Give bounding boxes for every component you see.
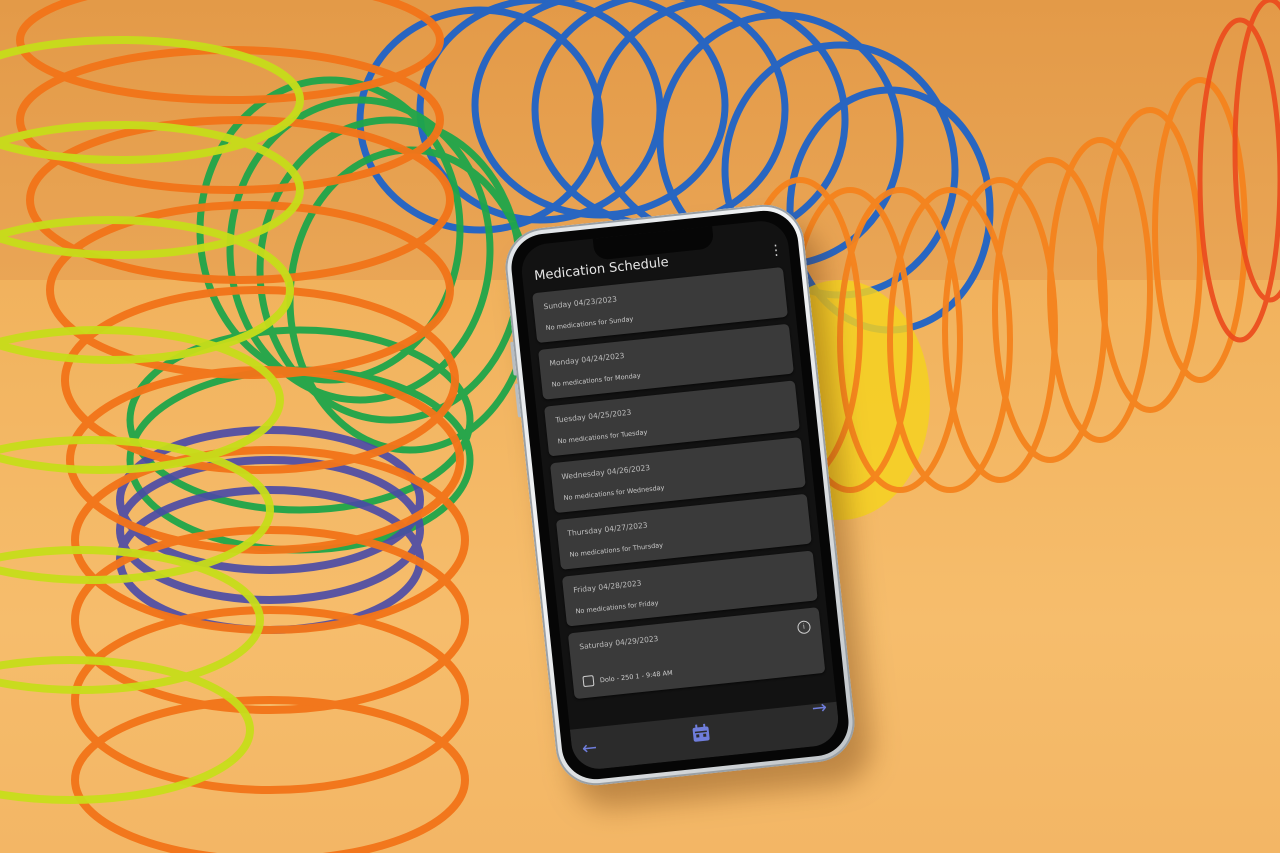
day-date: Sunday 04/23/2023: [543, 294, 618, 312]
more-vert-icon[interactable]: ⋮: [768, 241, 784, 260]
smartphone: Medication Schedule ⋮ Sunday 04/23/2023 …: [501, 200, 875, 812]
bottom-nav: ← →: [569, 697, 841, 772]
day-status: No medications for Thursday: [569, 541, 664, 559]
day-date: Friday 04/28/2023: [572, 578, 642, 595]
calendar-icon[interactable]: [690, 723, 712, 743]
medication-checkbox[interactable]: [582, 675, 595, 688]
day-date: Saturday 04/29/2023: [578, 634, 659, 652]
info-icon[interactable]: i: [796, 620, 812, 635]
app-title: Medication Schedule: [533, 254, 670, 284]
medication-row: Dolo - 250 1 - 9:48 AM: [582, 667, 673, 688]
day-status: No medications for Friday: [575, 598, 659, 616]
phone-frame: Medication Schedule ⋮ Sunday 04/23/2023 …: [501, 200, 859, 790]
arrow-left-icon[interactable]: ←: [581, 737, 598, 759]
day-status: No medications for Tuesday: [557, 428, 648, 446]
day-date: Tuesday 04/25/2023: [555, 407, 632, 425]
day-date: Monday 04/24/2023: [549, 351, 625, 368]
day-status: No medications for Sunday: [545, 314, 634, 333]
day-date: Thursday 04/27/2023: [566, 520, 648, 538]
day-date: Wednesday 04/26/2023: [560, 463, 651, 482]
day-list: Sunday 04/23/2023 No medications for Sun…: [532, 267, 826, 706]
day-status: No medications for Wednesday: [563, 483, 665, 503]
app-screen: Medication Schedule ⋮ Sunday 04/23/2023 …: [519, 218, 841, 772]
arrow-right-icon[interactable]: →: [811, 697, 828, 719]
day-status: No medications for Monday: [551, 371, 642, 389]
medication-label: Dolo - 250 1 - 9:48 AM: [599, 668, 673, 684]
phone-bezel: Medication Schedule ⋮ Sunday 04/23/2023 …: [508, 207, 852, 783]
